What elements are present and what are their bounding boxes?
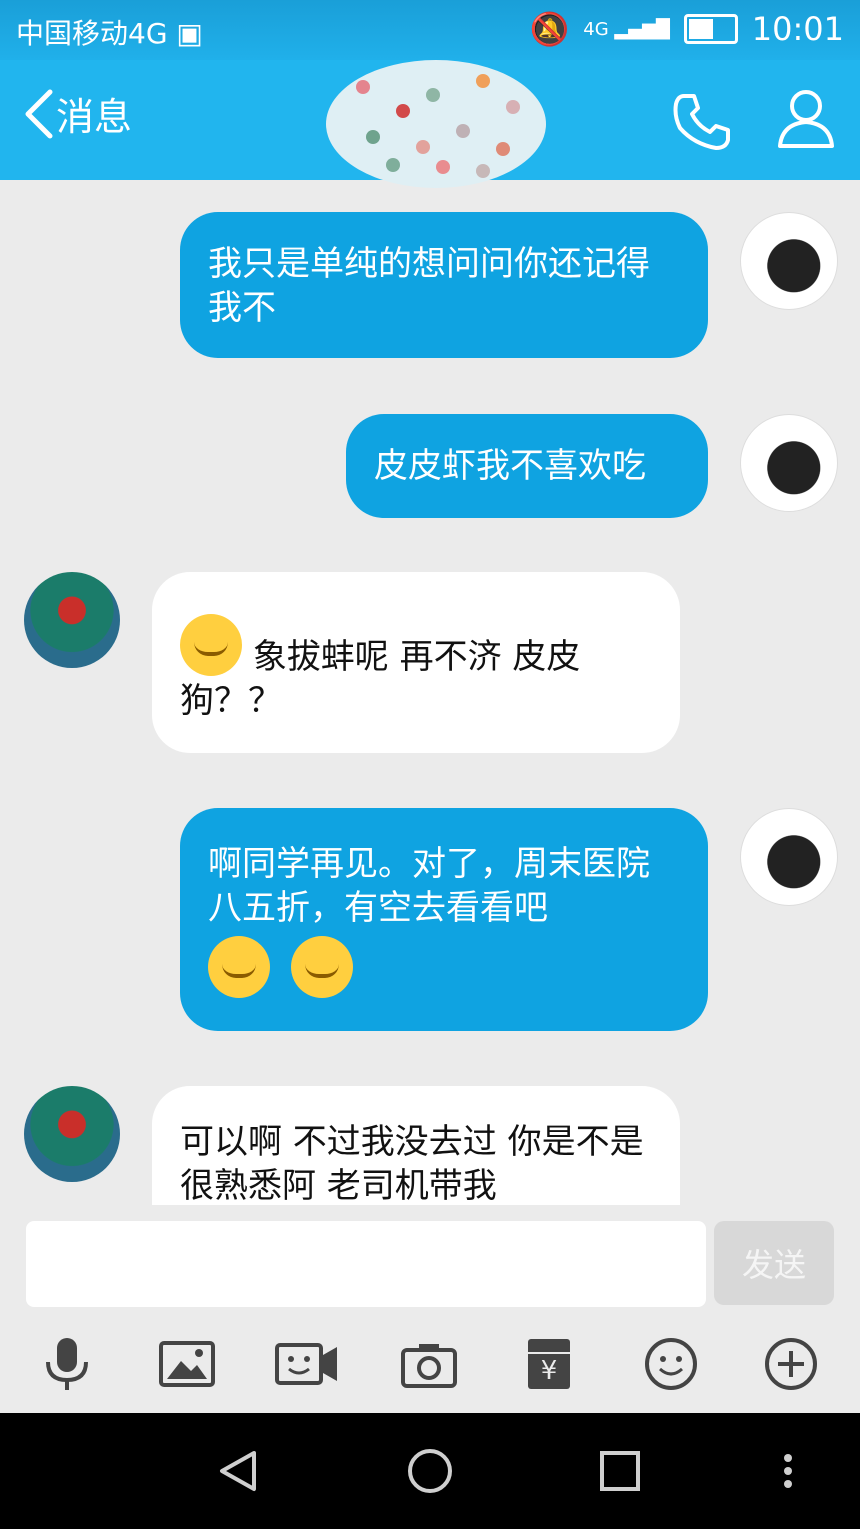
gallery-icon: ▣ bbox=[176, 17, 203, 50]
mute-icon: 🔕 bbox=[529, 10, 570, 48]
thinking-emoji-icon bbox=[290, 936, 353, 998]
camera-icon[interactable] bbox=[394, 1329, 464, 1399]
emoji-icon bbox=[180, 614, 242, 676]
message-input[interactable] bbox=[26, 1221, 706, 1307]
send-button[interactable]: 发送 bbox=[714, 1221, 834, 1305]
phone-icon[interactable] bbox=[670, 90, 734, 154]
status-bar: 中国移动4G ▣ 🔕 4G ▂▄▆█ 10:01 bbox=[0, 0, 860, 60]
thinking-emoji-icon bbox=[208, 936, 270, 998]
composer-bar: 发送 ¥ bbox=[0, 1205, 860, 1413]
composer-toolbar: ¥ bbox=[0, 1329, 860, 1399]
image-icon[interactable] bbox=[152, 1329, 222, 1399]
emoji-row bbox=[208, 936, 678, 1001]
signal-icon: 4G ▂▄▆█ bbox=[583, 18, 670, 40]
person-icon[interactable] bbox=[776, 88, 836, 152]
recents-square-icon[interactable] bbox=[570, 1413, 670, 1529]
home-circle-icon[interactable] bbox=[380, 1413, 480, 1529]
status-right: 🔕 4G ▂▄▆█ 10:01 bbox=[529, 10, 844, 48]
message-bubble-sent[interactable]: 啊同学再见。对了，周末医院八五折，有空去看看吧 bbox=[180, 808, 708, 1031]
contact-message-avatar[interactable] bbox=[24, 1086, 120, 1182]
back-button[interactable]: 消息 bbox=[22, 86, 132, 141]
battery-icon bbox=[683, 14, 738, 44]
plus-icon[interactable] bbox=[756, 1329, 826, 1399]
back-label: 消息 bbox=[56, 95, 133, 139]
back-triangle-icon[interactable] bbox=[188, 1413, 288, 1529]
message-bubble-sent[interactable]: 皮皮虾我不喜欢吃 bbox=[346, 414, 708, 518]
chevron-left-icon bbox=[25, 89, 53, 138]
microphone-icon[interactable] bbox=[32, 1329, 102, 1399]
my-avatar[interactable] bbox=[740, 212, 838, 310]
message-bubble-sent[interactable]: 我只是单纯的想问问你还记得我不 bbox=[180, 212, 708, 358]
time-label: 10:01 bbox=[751, 10, 844, 48]
emoji-icon[interactable] bbox=[636, 1329, 706, 1399]
contact-avatar[interactable] bbox=[326, 60, 546, 188]
chat-messages[interactable]: 我只是单纯的想问问你还记得我不 皮皮虾我不喜欢吃 象拔蚌呢 再不济 皮皮狗？？ … bbox=[0, 180, 860, 1205]
my-avatar[interactable] bbox=[740, 808, 838, 906]
chat-header: 消息 bbox=[0, 60, 860, 188]
svg-text:¥: ¥ bbox=[541, 1356, 558, 1386]
red-packet-icon[interactable]: ¥ bbox=[514, 1329, 584, 1399]
carrier-label: 中国移动4G ▣ bbox=[16, 17, 203, 50]
video-icon[interactable] bbox=[272, 1329, 342, 1399]
my-avatar[interactable] bbox=[740, 414, 838, 512]
more-vertical-icon[interactable] bbox=[738, 1413, 838, 1529]
message-bubble-received[interactable]: 象拔蚌呢 再不济 皮皮狗？？ bbox=[152, 572, 680, 753]
contact-message-avatar[interactable] bbox=[24, 572, 120, 668]
system-navigation-bar bbox=[0, 1413, 860, 1529]
message-bubble-received[interactable]: 可以啊 不过我没去过 你是不是很熟悉阿 老司机带我 bbox=[152, 1086, 680, 1205]
